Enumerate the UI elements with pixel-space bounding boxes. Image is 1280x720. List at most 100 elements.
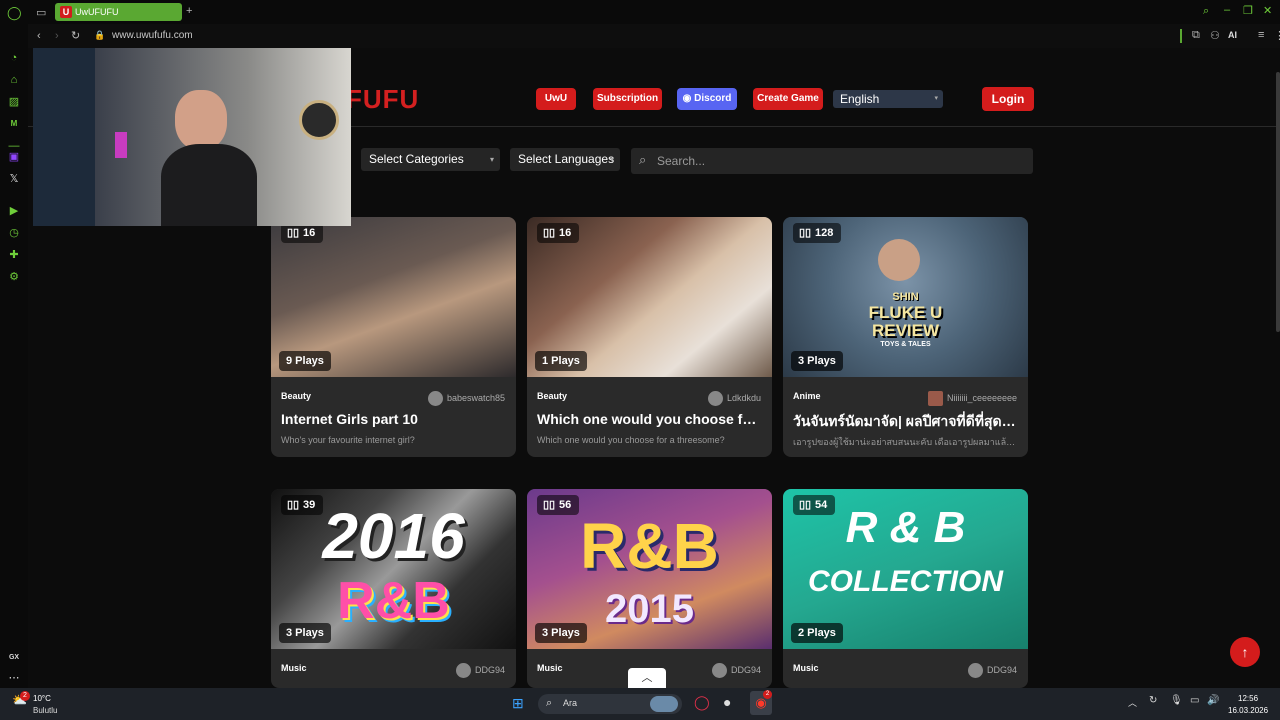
menu-icon[interactable]: ≡ [1258, 29, 1264, 41]
new-tab-plus-icon[interactable]: + [186, 5, 192, 17]
choices-count: 39 [303, 499, 316, 511]
site-logo[interactable]: FUFU [346, 84, 419, 115]
aria-ai-button[interactable]: AI [1228, 30, 1237, 40]
extensions-sidebar-icon[interactable]: ✚ [7, 248, 21, 262]
discord-label: Discord [694, 93, 732, 104]
card-category: Beauty [537, 391, 568, 401]
scroll-to-top-button[interactable]: ↑ [1230, 637, 1260, 667]
tab-uwufufu[interactable]: U UwUFUFU [55, 3, 182, 21]
weather-description: Bulutlu [33, 706, 58, 715]
cards-icon: ▯▯ [543, 499, 556, 511]
url-field[interactable]: www.uwufufu.com [112, 30, 193, 41]
card-author[interactable]: Ldkdkdu [707, 391, 761, 406]
game-card[interactable]: SHIN FLUKE U REVIEW TOYS & TALES ▯▯ 128 3… [783, 217, 1028, 457]
opera-badge: 2 [763, 690, 772, 699]
close-window-icon[interactable]: ✕ [1263, 4, 1272, 17]
card-category: Music [793, 663, 819, 673]
webcam-background [33, 48, 95, 226]
page-scrollbar[interactable] [1276, 72, 1280, 332]
reload-icon[interactable]: ↻ [71, 29, 80, 42]
lock-icon: 🔒 [94, 30, 106, 40]
microphone-icon[interactable]: 🎙 [1170, 695, 1183, 706]
tab-overview-icon[interactable]: ▭ [36, 6, 46, 19]
card-category: Beauty [281, 391, 312, 401]
card-description: เอารูปของผู้ใช้มาน่ะอย่าสบสนนะคับ เดือเอ… [793, 437, 1018, 447]
card-author[interactable]: DDG94 [455, 663, 505, 678]
opera-gx-logo-icon[interactable]: ◯ [7, 5, 22, 21]
sync-icon[interactable]: ↻ [1149, 695, 1157, 706]
extensions-icon[interactable]: ⧉ [1192, 29, 1200, 42]
tab-title: UwUFUFU [75, 7, 119, 17]
gx-icon[interactable]: GX [7, 651, 21, 665]
bottom-panel-toggle[interactable]: ︿ [628, 668, 666, 688]
game-card[interactable]: ▯▯ 16 9 Plays Beauty babeswatch85 Interne… [271, 217, 516, 457]
taskbar-search[interactable]: ⌕ Ara [538, 694, 682, 714]
card-title[interactable]: Which one would you choose for… [537, 411, 762, 427]
minimize-icon[interactable]: – [1224, 4, 1230, 16]
gx-corner-icon[interactable]: ⌂ [7, 73, 21, 87]
game-card[interactable]: R&B 2015 ▯▯ 56 3 Plays Music DDG94 [527, 489, 772, 688]
choices-count: 16 [303, 227, 316, 239]
login-button[interactable]: Login [982, 87, 1034, 111]
cards-icon: ▯▯ [799, 499, 812, 511]
game-card[interactable]: ▯▯ 16 1 Plays Beauty Ldkdkdu Which one wo… [527, 217, 772, 457]
twitch-icon[interactable]: ▣ [7, 150, 21, 164]
uwu-button[interactable]: UwU [536, 88, 576, 110]
weather-temperature[interactable]: 10°C [33, 694, 51, 703]
choices-count: 54 [815, 499, 828, 511]
speed-dial-icon[interactable]: ◔ [7, 51, 21, 65]
player-icon[interactable]: ▶ [7, 204, 21, 218]
card-author[interactable]: babeswatch85 [427, 391, 505, 406]
search-input[interactable]: Search... [657, 154, 705, 168]
settings-gear-icon[interactable]: ⚙ [7, 270, 21, 284]
language-select[interactable]: English ▾ [833, 90, 943, 108]
discord-button[interactable]: ◉ Discord [677, 88, 737, 110]
card-art-text: R&B [580, 510, 719, 582]
author-name: Ldkdkdu [726, 392, 761, 403]
subscription-button[interactable]: Subscription [593, 88, 662, 110]
maximize-icon[interactable]: ❐ [1243, 4, 1253, 17]
more-icon[interactable]: ⋮ [1274, 29, 1280, 42]
taskbar-search-input[interactable]: Ara [563, 698, 577, 708]
display-icon[interactable]: ▭ [1190, 695, 1199, 706]
create-game-button[interactable]: Create Game [753, 88, 823, 110]
opera-taskbar-icon[interactable]: ◯ [694, 694, 710, 711]
profile-icon[interactable]: ⚇ [1210, 29, 1220, 42]
card-title[interactable]: วันจันทร์นัดมาจัด| ผลปีศาจที่ดีที่สุด… [793, 411, 1018, 433]
webcam-overlay [33, 48, 351, 226]
card-title[interactable]: Internet Girls part 10 [281, 411, 506, 427]
app-taskbar-icon[interactable]: ● [723, 694, 731, 710]
messenger-icon[interactable]: M [7, 117, 21, 131]
game-card[interactable]: 2016 R&B ▯▯ 39 3 Plays Music DDG94 [271, 489, 516, 688]
sidebar-more-icon[interactable]: ⋯ [7, 671, 21, 685]
back-icon[interactable]: ‹ [37, 30, 41, 42]
card-author[interactable]: DDG94 [967, 663, 1017, 678]
categories-select[interactable]: Select Categories ▾ [361, 148, 500, 171]
history-icon[interactable]: ◷ [7, 226, 21, 240]
choices-count: 56 [559, 499, 572, 511]
forward-icon[interactable]: › [55, 30, 59, 42]
card-author[interactable]: Niiiiiii_ceeeeeeee [927, 391, 1017, 406]
character-illustration [878, 239, 920, 281]
language-value: English [840, 92, 880, 106]
card-author[interactable]: DDG94 [711, 663, 761, 678]
search-tabs-icon[interactable]: ⌕ [1203, 5, 1209, 18]
clock-time[interactable]: 12:56 [1238, 694, 1258, 703]
windows-start-icon[interactable]: ⊞ [512, 695, 524, 712]
languages-value: Select Languages [518, 152, 615, 166]
arrow-up-icon: ↑ [1241, 644, 1249, 660]
game-card[interactable]: R & B COLLECTION ▯▯ 54 2 Plays Music DDG9… [783, 489, 1028, 688]
tray-chevron-up-icon[interactable]: ︿ [1128, 696, 1137, 709]
languages-select[interactable]: Select Languages ▾ [510, 148, 620, 171]
notification-badge: 2 [20, 691, 30, 701]
avatar [455, 663, 471, 678]
avatar [927, 391, 943, 406]
chevron-down-icon: ▾ [934, 95, 938, 102]
search-field[interactable]: ⌕ Search... [631, 148, 1033, 174]
volume-icon[interactable]: 🔊 [1207, 695, 1219, 706]
clock-date[interactable]: 16.03.2026 [1228, 706, 1268, 715]
gx-cleaner-icon[interactable]: ▨ [7, 95, 21, 109]
browser-tab-bar: ◯ ▭ U UwUFUFU + ⌕ – ❐ ✕ [0, 0, 1280, 24]
x-twitter-icon[interactable]: 𝕏 [7, 172, 21, 186]
avatar [427, 391, 443, 406]
